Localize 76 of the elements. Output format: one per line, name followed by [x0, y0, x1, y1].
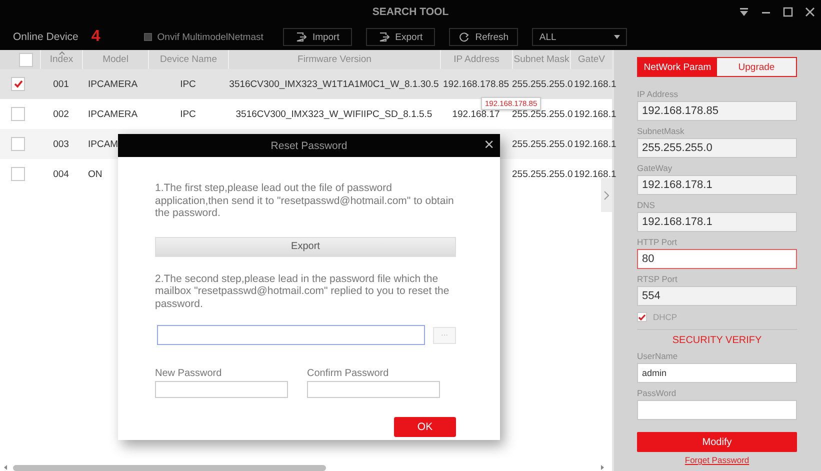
input-field[interactable]: 255.255.255.0 — [637, 138, 797, 158]
input-field[interactable]: 80 — [637, 249, 797, 269]
dropdown-icon[interactable] — [739, 7, 749, 17]
password-field[interactable] — [307, 381, 440, 398]
window-title: SEARCH TOOL — [372, 6, 449, 18]
onvif-label: Onvif MultimodelNetmast — [157, 32, 264, 42]
ok-button[interactable]: OK — [394, 417, 456, 437]
input-field[interactable]: admin — [637, 363, 797, 383]
section-title: SECURITY VERIFY — [672, 334, 762, 348]
field-label: HTTP Port — [637, 236, 678, 249]
field-label: DNS — [637, 199, 656, 212]
table-cell: 192.168.178.85 — [442, 78, 510, 90]
row-checkbox[interactable] — [11, 137, 25, 151]
input-field[interactable]: 192.168.178.1 — [637, 175, 797, 195]
field-label: PassWord — [637, 387, 678, 400]
table-cell: 003 — [53, 138, 69, 150]
instruction-text: 2.The second step,please lead in the password file which the mailbox "resetpasswd@hotmail.com" replied to you to reset the password. — [155, 272, 450, 310]
chevron-icon — [604, 190, 609, 200]
dhcp-checkbox[interactable] — [637, 312, 647, 322]
table-cell: 255.255.255.0 — [512, 138, 573, 150]
row-checkbox[interactable] — [11, 167, 25, 181]
field-label: New Password — [155, 367, 223, 380]
filter-dropdown[interactable]: ALL — [532, 28, 628, 46]
dialog-title: Reset Password — [270, 140, 348, 152]
table-cell: IPCAM — [88, 138, 118, 150]
table-cell: IPCAMERA — [88, 108, 138, 120]
import-button[interactable]: Import — [283, 28, 352, 46]
table-cell: 192.168.17 — [452, 108, 500, 120]
export-icon — [379, 32, 390, 42]
field-label: UserName — [637, 350, 679, 363]
file-path-field[interactable] — [157, 325, 425, 345]
row-checkbox[interactable] — [11, 107, 25, 121]
import-icon — [296, 32, 308, 42]
refresh-button[interactable]: Refresh — [449, 28, 518, 46]
field-label: RTSP Port — [637, 273, 678, 286]
password-field[interactable] — [155, 381, 288, 398]
onvif-checkbox[interactable] — [144, 33, 152, 41]
table-cell: 192.168.1 — [574, 168, 616, 180]
field-label: IP Address — [637, 88, 679, 101]
device-count: 4 — [91, 28, 100, 46]
table-cell: 004 — [53, 168, 69, 180]
instruction-text: 1.The first step,please lead out the file of password application,then send it to "resetpasswd@hotmail.com" to obtain the password. — [155, 182, 455, 220]
table-cell: ON — [88, 168, 102, 180]
tab[interactable]: NetWork Param — [638, 58, 717, 76]
collapse-handle[interactable] — [601, 178, 612, 212]
online-device-label: Online Device — [13, 31, 78, 43]
horizontal-scrollbar[interactable] — [4, 464, 604, 471]
table-cell: 002 — [53, 108, 69, 120]
input-field[interactable]: 192.168.178.1 — [637, 212, 797, 232]
refresh-icon — [459, 32, 470, 42]
row-checkbox[interactable] — [11, 77, 25, 91]
input-field[interactable]: 192.168.178.85 — [637, 101, 797, 121]
close-button[interactable]: × — [484, 137, 494, 153]
select-all-checkbox[interactable] — [18, 52, 32, 66]
table-cell: 3516CV300_IMX323_W_WIFIIPC_SD_8.1.5.5 — [236, 108, 432, 120]
table-cell: 255.255.255.0 — [512, 168, 573, 180]
caret-icon — [614, 35, 620, 39]
maximize-icon[interactable] — [783, 7, 793, 17]
table-cell: IPC — [180, 108, 196, 120]
modify-button[interactable]: Modify — [637, 432, 797, 452]
field-label: SubnetMask — [637, 125, 686, 138]
tab[interactable]: Upgrade — [717, 58, 796, 76]
export-button[interactable]: Export — [155, 236, 456, 256]
input-field[interactable]: 554 — [637, 286, 797, 306]
export-button[interactable]: Export — [366, 28, 436, 46]
table-cell: 3516CV300_IMX323_W1T1A1M0C1_W_8.1.30.5 — [229, 78, 439, 90]
table-cell: 001 — [53, 78, 69, 90]
close-icon[interactable] — [805, 7, 815, 17]
field-label: GateWay — [637, 162, 674, 175]
input-field[interactable] — [637, 400, 797, 420]
table-cell: IPCAMERA — [88, 78, 138, 90]
table-cell: 255.255.255.0 — [512, 78, 573, 90]
table-cell: 255.255.255.0 — [512, 108, 573, 120]
checkbox-label: DHCP — [653, 312, 678, 322]
table-cell: IPC — [180, 78, 196, 90]
field-label: Confirm Password — [307, 367, 390, 380]
